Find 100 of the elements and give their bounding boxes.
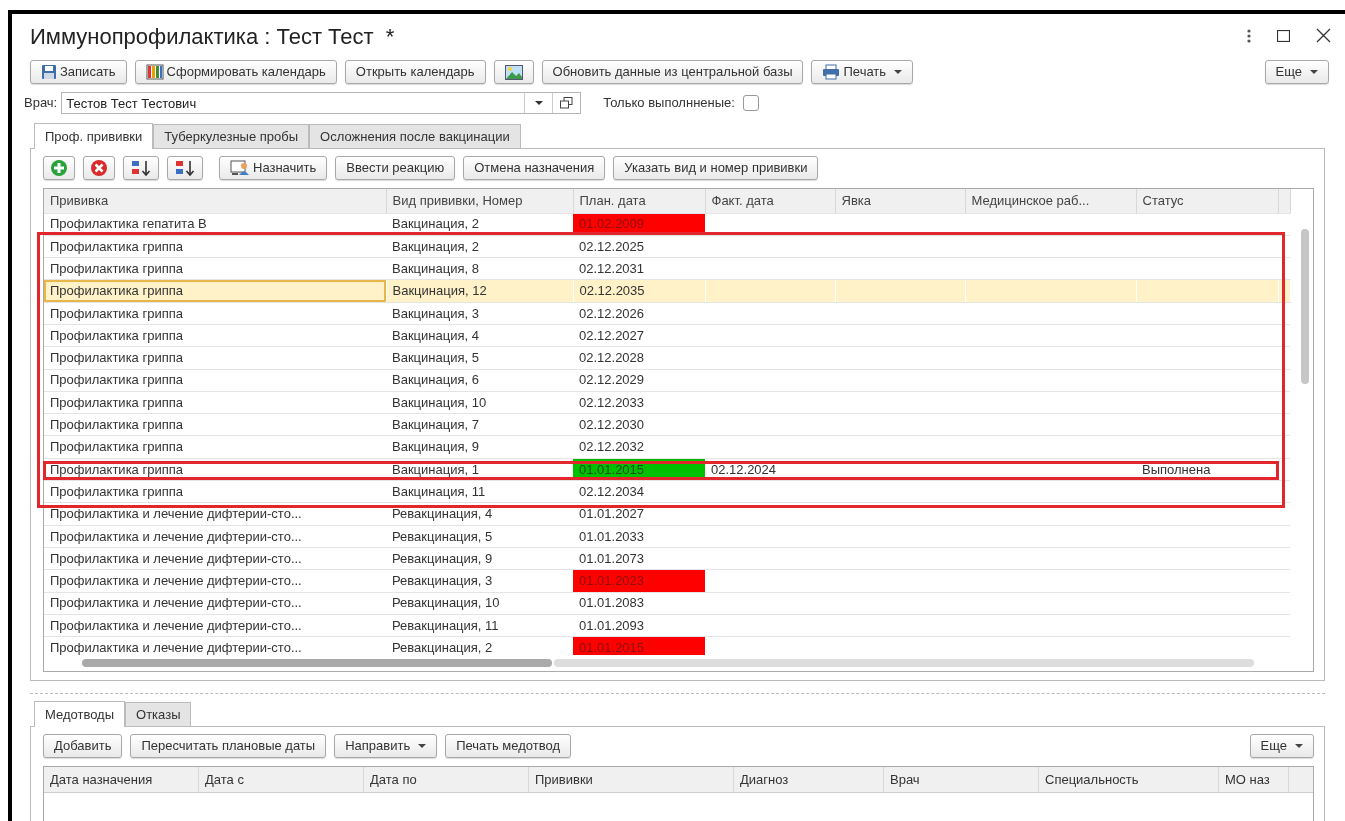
table-row[interactable]: Профилактика гриппа Вакцинация, 11 02.12.2034 bbox=[44, 480, 1290, 503]
column-header[interactable]: План. дата bbox=[573, 189, 705, 213]
sort-desc-button[interactable] bbox=[167, 156, 203, 180]
table-row[interactable]: Профилактика гриппа Вакцинация, 4 02.12.2027 bbox=[44, 324, 1290, 347]
column-header[interactable]: МО наз bbox=[1219, 767, 1289, 792]
column-header[interactable]: Медицинское раб... bbox=[965, 189, 1136, 213]
table-row[interactable]: Профилактика гриппа Вакцинация, 7 02.12.2030 bbox=[44, 413, 1290, 436]
delete-button[interactable] bbox=[83, 156, 115, 180]
tab[interactable]: Проф. прививки bbox=[34, 123, 154, 149]
toolbar-button[interactable]: Обновить данные из центральной базы bbox=[541, 60, 804, 84]
toolbar-button[interactable]: Назначить bbox=[219, 156, 328, 180]
table-row[interactable]: Профилактика и лечение дифтерии-сто... Ревакцинация, 11 01.01.2093 bbox=[44, 614, 1290, 637]
column-header[interactable]: Вид прививки, Номер bbox=[386, 189, 573, 213]
table-row[interactable]: Профилактика и лечение дифтерии-сто... Ревакцинация, 5 01.01.2033 bbox=[44, 525, 1290, 548]
table-cell: 02.12.2026 bbox=[573, 302, 705, 325]
column-header[interactable]: Явка bbox=[835, 189, 965, 213]
table-cell: 02.12.2027 bbox=[573, 324, 705, 347]
tab[interactable]: Медотводы bbox=[34, 701, 126, 727]
table-cell: Профилактика гриппа bbox=[44, 302, 386, 325]
table-cell: Вакцинация, 4 bbox=[386, 324, 573, 347]
close-icon bbox=[1316, 28, 1331, 43]
more-button[interactable]: Еще bbox=[1249, 734, 1314, 758]
table-cell: Вакцинация, 8 bbox=[386, 257, 573, 280]
table-row[interactable]: Профилактика и лечение дифтерии-сто... Ревакцинация, 4 01.01.2027 bbox=[44, 502, 1290, 526]
table-row[interactable]: Профилактика гриппа Вакцинация, 12 02.12.2035 bbox=[44, 279, 1290, 303]
table-cell: Профилактика гриппа bbox=[44, 435, 386, 459]
column-header[interactable]: Статус bbox=[1136, 189, 1278, 213]
table-cell: Вакцинация, 7 bbox=[386, 413, 573, 436]
dropdown-arrow-icon bbox=[534, 101, 543, 105]
sort-asc-button[interactable] bbox=[123, 156, 159, 180]
column-header[interactable]: Прививки bbox=[529, 767, 734, 792]
table-row[interactable]: Профилактика гриппа Вакцинация, 5 02.12.2028 bbox=[44, 346, 1290, 370]
toolbar-button[interactable]: Открыть календарь bbox=[344, 60, 486, 84]
table-row[interactable]: Профилактика гриппа Вакцинация, 3 02.12.2026 bbox=[44, 302, 1290, 325]
column-header[interactable]: Диагноз bbox=[734, 767, 884, 792]
table-cell: Профилактика и лечение дифтерии-сто... bbox=[44, 502, 386, 526]
add-button[interactable] bbox=[43, 156, 75, 180]
column-header[interactable]: Дата с bbox=[199, 767, 364, 792]
table-row[interactable]: Профилактика и лечение дифтерии-сто... Ревакцинация, 3 01.01.2023 bbox=[44, 569, 1290, 593]
doctor-field[interactable]: Тестов Тест Тестович bbox=[61, 92, 582, 114]
checkbox[interactable] bbox=[742, 95, 759, 111]
toolbar-button[interactable]: Печать bbox=[811, 60, 914, 84]
table-cell: Вакцинация, 5 bbox=[386, 346, 573, 370]
table-row[interactable]: Профилактика гриппа Вакцинация, 10 02.12.2033 bbox=[44, 391, 1290, 414]
column-header[interactable]: Факт. дата bbox=[705, 189, 835, 213]
toolbar-button[interactable]: Отмена назначения bbox=[463, 156, 606, 180]
table-cell: Вакцинация, 9 bbox=[386, 435, 573, 459]
table-row[interactable]: Профилактика гриппа Вакцинация, 8 02.12.2031 bbox=[44, 257, 1290, 280]
column-header[interactable]: Дата по bbox=[364, 767, 529, 792]
table-cell: Вакцинация, 11 bbox=[386, 480, 573, 503]
tab[interactable]: Отказы bbox=[125, 702, 192, 726]
toolbar-button[interactable]: Записать bbox=[30, 60, 127, 84]
table-row[interactable]: Профилактика гепатита В Вакцинация, 2 01.02.2009 bbox=[44, 213, 1290, 236]
table-cell: Профилактика и лечение дифтерии-сто... bbox=[44, 569, 386, 593]
text-input[interactable]: Тестов Тест Тестович bbox=[62, 93, 525, 113]
toolbar-button[interactable]: Печать медотвод bbox=[445, 734, 572, 758]
toolbar-button[interactable]: Сформировать календарь bbox=[134, 60, 337, 84]
table-cell: Ревакцинация, 4 bbox=[386, 502, 573, 526]
table-row[interactable]: Профилактика гриппа Вакцинация, 1 01.01.2015 02.12.2024 Выполнена bbox=[44, 458, 1290, 481]
toolbar-button[interactable]: Добавить bbox=[43, 734, 123, 758]
table-cell: Профилактика гриппа bbox=[44, 413, 386, 436]
table-row[interactable]: Профилактика гриппа Вакцинация, 9 02.12.2032 bbox=[44, 435, 1290, 459]
column-header[interactable]: Дата назначения bbox=[44, 767, 199, 792]
table-cell: Ревакцинация, 11 bbox=[386, 614, 573, 637]
toolbar-button[interactable]: Ввести реакцию bbox=[335, 156, 456, 180]
table-row[interactable]: Профилактика гриппа Вакцинация, 2 02.12.2025 bbox=[44, 235, 1290, 258]
table-cell: Вакцинация, 6 bbox=[386, 369, 573, 392]
table-cell: 01.01.2093 bbox=[573, 614, 705, 637]
toolbar-button[interactable]: Пересчитать плановые даты bbox=[130, 734, 327, 758]
table-cell: Ревакцинация, 9 bbox=[386, 547, 573, 570]
table-cell: Вакцинация, 2 bbox=[386, 235, 573, 258]
table-row[interactable]: Профилактика и лечение дифтерии-сто... Ревакцинация, 9 01.01.2073 bbox=[44, 547, 1290, 570]
column-header[interactable]: Прививка bbox=[44, 189, 386, 213]
table-cell: Профилактика и лечение дифтерии-сто... bbox=[44, 592, 386, 615]
table-row[interactable]: Профилактика и лечение дифтерии-сто... Ревакцинация, 10 01.01.2083 bbox=[44, 592, 1290, 615]
table-cell: 01.01.2033 bbox=[573, 525, 705, 548]
table-cell: Профилактика и лечение дифтерии-сто... bbox=[44, 614, 386, 637]
column-header[interactable]: Специальность bbox=[1039, 767, 1219, 792]
table-cell: 01.01.2023 bbox=[573, 569, 705, 593]
image-button[interactable] bbox=[493, 60, 534, 84]
landscape-image-icon bbox=[504, 64, 523, 80]
table-cell: 02.12.2028 bbox=[573, 346, 705, 370]
more-button[interactable]: Еще bbox=[1264, 60, 1329, 84]
toolbar-button[interactable]: Направить bbox=[334, 734, 438, 758]
table-cell: Профилактика гриппа bbox=[44, 391, 386, 414]
printer-icon bbox=[822, 64, 841, 80]
table-row[interactable]: Профилактика гриппа Вакцинация, 6 02.12.2029 bbox=[44, 369, 1290, 392]
column-header[interactable]: Врач bbox=[884, 767, 1039, 792]
tab[interactable]: Туберкулезные пробы bbox=[153, 124, 310, 148]
table-cell: 01.01.2083 bbox=[573, 592, 705, 615]
toolbar-button[interactable]: Указать вид и номер прививки bbox=[613, 156, 819, 180]
table-cell: 02.12.2030 bbox=[573, 413, 705, 436]
table-cell: 02.12.2031 bbox=[573, 257, 705, 280]
delete-icon bbox=[90, 159, 108, 177]
table-cell: 01.01.2027 bbox=[573, 502, 705, 526]
tab[interactable]: Осложнения после вакцинации bbox=[309, 124, 521, 148]
table-cell: Профилактика гриппа bbox=[44, 324, 386, 347]
table-cell: 01.01.2073 bbox=[573, 547, 705, 570]
table-cell: Ревакцинация, 5 bbox=[386, 525, 573, 548]
table-cell: Профилактика гриппа bbox=[44, 458, 386, 481]
